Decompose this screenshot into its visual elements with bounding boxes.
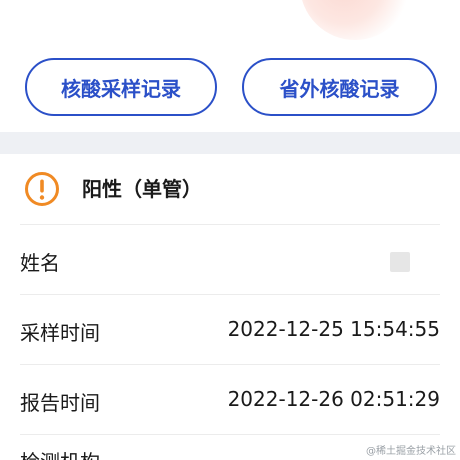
decorative-blob	[300, 0, 410, 40]
name-label: 姓名	[20, 251, 60, 275]
divider	[20, 224, 440, 225]
test-status-row: 阳性（单管）	[0, 154, 460, 224]
warning-circle-icon	[25, 172, 59, 206]
divider	[20, 434, 440, 435]
out-of-province-record-button[interactable]: 省外核酸记录	[242, 58, 437, 116]
report-time-value: 2022-12-26 02:51:29	[227, 387, 440, 411]
next-row-label: 检测机构	[20, 446, 100, 460]
test-result-text: 阳性（单管）	[82, 177, 202, 201]
masked-name-block	[390, 252, 410, 272]
sampling-record-button[interactable]: 核酸采样记录	[25, 58, 217, 116]
divider	[20, 294, 440, 295]
divider	[20, 364, 440, 365]
header-area: 核酸采样记录 省外核酸记录	[0, 0, 460, 132]
sample-time-value: 2022-12-25 15:54:55	[227, 317, 440, 341]
sample-time-label: 采样时间	[20, 321, 100, 345]
section-separator	[0, 132, 460, 154]
report-time-label: 报告时间	[20, 391, 100, 415]
watermark-text: @稀土掘金技术社区	[366, 446, 456, 457]
